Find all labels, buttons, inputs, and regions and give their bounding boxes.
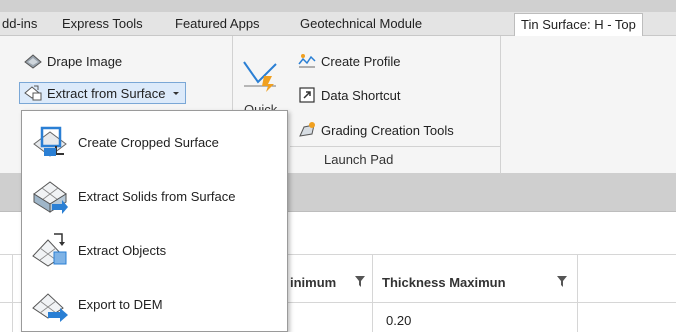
export-to-dem-icon <box>32 293 68 322</box>
ribbon-tab-bar: dd-ins Express Tools Featured Apps Geote… <box>0 12 676 37</box>
extract-from-surface-label: Extract from Surface <box>47 85 166 101</box>
tab-add-ins[interactable]: dd-ins <box>2 12 37 36</box>
data-shortcut-button[interactable]: Data Shortcut <box>298 84 401 106</box>
export-to-dem-label: Export to DEM <box>78 296 163 312</box>
menu-item-create-cropped-surface[interactable]: Create Cropped Surface <box>22 115 287 169</box>
extract-from-surface-icon <box>24 85 42 101</box>
title-strip <box>0 0 676 12</box>
panel-separator <box>500 36 501 174</box>
thickness-max-cell: 0.20 <box>386 313 412 328</box>
create-profile-label: Create Profile <box>321 53 401 69</box>
filter-icon[interactable] <box>355 276 365 287</box>
column-header-thickness-max[interactable]: Thickness Maximun <box>382 275 506 290</box>
menu-item-extract-solids[interactable]: Extract Solids from Surface <box>22 169 287 223</box>
chevron-down-icon <box>173 92 180 95</box>
menu-item-extract-objects[interactable]: Extract Objects <box>22 223 287 277</box>
tab-express-tools[interactable]: Express Tools <box>62 12 143 36</box>
drape-image-icon <box>24 54 42 69</box>
extract-objects-icon <box>32 233 67 267</box>
filter-icon[interactable] <box>557 276 567 287</box>
grading-creation-tools-label: Grading Creation Tools <box>321 122 454 138</box>
create-profile-button[interactable]: Create Profile <box>298 50 400 72</box>
create-cropped-surface-icon <box>33 126 67 157</box>
extract-from-surface-menu: Create Cropped Surface Extract Solids fr… <box>21 110 288 332</box>
extract-solids-label: Extract Solids from Surface <box>78 188 236 204</box>
column-header-thickness-min[interactable]: inimum <box>290 275 336 290</box>
grading-creation-tools-button[interactable]: Grading Creation Tools <box>298 119 454 141</box>
extract-from-surface-button[interactable]: Extract from Surface <box>19 82 187 104</box>
tab-featured-apps[interactable]: Featured Apps <box>175 12 260 36</box>
grid-divider <box>372 254 373 332</box>
extract-objects-label: Extract Objects <box>78 242 167 258</box>
drape-image-button[interactable]: Drape Image <box>24 50 122 72</box>
grading-tools-icon <box>299 122 315 137</box>
extract-solids-icon <box>33 181 68 214</box>
data-shortcut-icon <box>299 87 315 103</box>
tab-geotechnical-module[interactable]: Geotechnical Module <box>300 12 422 36</box>
launch-pad-panel-label: Launch Pad <box>324 152 394 167</box>
tab-tin-surface[interactable]: Tin Surface: H - Top <box>514 13 643 37</box>
drape-image-label: Drape Image <box>47 53 123 69</box>
grid-divider <box>12 254 13 332</box>
grid-divider <box>577 254 578 332</box>
create-profile-icon <box>298 54 316 68</box>
menu-item-export-to-dem[interactable]: Export to DEM <box>22 277 287 331</box>
quick-profile-icon <box>243 61 277 92</box>
data-shortcut-label: Data Shortcut <box>321 87 401 103</box>
panel-label-divider <box>290 146 500 147</box>
create-cropped-surface-label: Create Cropped Surface <box>78 134 219 150</box>
